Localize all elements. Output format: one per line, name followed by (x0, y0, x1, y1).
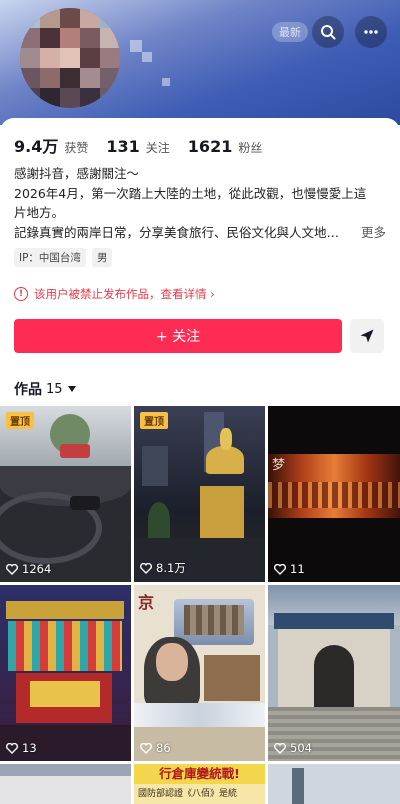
heart-icon (140, 742, 152, 754)
works-tab[interactable]: 作品 15 (14, 379, 77, 399)
works-label: 作品 (14, 382, 42, 398)
pinned-badge: 置顶 (140, 412, 168, 429)
heart-icon (274, 563, 286, 575)
heart-icon (140, 562, 152, 574)
post-likes-count: 13 (22, 741, 37, 755)
likes-label: 获赞 (64, 141, 89, 155)
post-tile[interactable]: 梦 11 (268, 406, 400, 582)
post-likes: 13 (6, 741, 37, 755)
blur-pixel (142, 52, 152, 62)
ban-warning[interactable]: ! 该用户被禁止发布作品，查看详情 › (14, 286, 215, 302)
alert-icon: ! (14, 287, 28, 301)
post-likes: 86 (140, 741, 171, 755)
dropdown-arrow-icon (67, 386, 76, 392)
poster-title: 京 (138, 593, 155, 612)
follow-button[interactable]: + 关注 (14, 319, 342, 353)
ban-warning-text[interactable]: 该用户被禁止发布作品，查看详情 › (34, 286, 215, 302)
post-likes-count: 11 (290, 562, 305, 576)
profile-card: 9.4万 获赞 131 关注 1621 粉丝 感謝抖音，感謝關注～ 2026年4… (0, 118, 400, 804)
blur-pixel (162, 78, 170, 86)
post-tile[interactable]: 13 (0, 585, 131, 761)
avatar[interactable] (20, 8, 120, 108)
followers-count[interactable]: 1621 (188, 137, 233, 156)
post-tile[interactable]: 行倉庫變統戰! 國防部認證《八佰》是統 (134, 764, 265, 804)
follow-button-label: + 关注 (155, 329, 201, 345)
following-label: 关注 (145, 141, 170, 155)
gender-tag: 男 (91, 248, 113, 267)
heart-icon (6, 742, 18, 754)
heart-icon (6, 563, 18, 575)
stats-row: 9.4万 获赞 131 关注 1621 粉丝 (14, 133, 274, 157)
post-likes-count: 86 (156, 741, 171, 755)
more-button[interactable] (355, 16, 387, 48)
post-likes-count: 8.1万 (156, 561, 186, 575)
blur-pixel (130, 40, 142, 52)
ip-location-tag: IP：中国台湾 (14, 248, 86, 267)
post-likes: 1264 (6, 562, 51, 576)
post-likes-count: 1264 (22, 562, 52, 576)
post-likes-count: 504 (290, 741, 312, 755)
post-banner-text: 行倉庫變統戰! (134, 764, 265, 784)
post-tile[interactable] (268, 764, 400, 804)
likes-count[interactable]: 9.4万 (14, 133, 58, 157)
bio-line: 記錄真實的兩岸日常，分享美食旅行、民俗文化與人文地… (14, 224, 340, 240)
bio-line-last: 記錄真實的兩岸日常，分享美食旅行、民俗文化與人文地… 更多 (14, 223, 386, 243)
search-icon (321, 25, 336, 40)
post-likes: 8.1万 (140, 560, 186, 576)
followers-label: 粉丝 (238, 141, 263, 155)
post-banner-sub: 國防部認證《八佰》是統 (138, 789, 238, 799)
post-likes: 504 (274, 741, 312, 755)
post-tile[interactable] (0, 764, 131, 804)
works-count: 15 (46, 381, 63, 397)
following-count[interactable]: 131 (106, 137, 139, 156)
send-icon (360, 329, 374, 343)
post-tile[interactable]: 504 (268, 585, 400, 761)
post-likes: 11 (274, 562, 305, 576)
bio-line: 感謝抖音，感謝關注～ (14, 166, 140, 181)
more-icon (364, 30, 378, 34)
share-button[interactable] (350, 319, 384, 353)
bio-more-link[interactable]: 更多 (361, 223, 386, 243)
heart-icon (274, 742, 286, 754)
profile-tags: IP：中国台湾 男 (14, 248, 113, 267)
bio: 感謝抖音，感謝關注～ 2026年4月，第一次踏上大陸的土地，從此改觀，也慢慢愛上… (14, 164, 386, 242)
pinned-badge: 置顶 (6, 412, 34, 429)
post-tile[interactable]: 置顶 8.1万 (134, 406, 265, 582)
profile-header: 最新 (0, 0, 400, 125)
post-tile[interactable]: 置顶 1264 (0, 406, 131, 582)
bio-line: 片地方。 (14, 205, 65, 220)
search-button[interactable] (312, 16, 344, 48)
bio-line: 2026年4月，第一次踏上大陸的土地，從此改觀，也慢慢愛上這 (14, 185, 367, 201)
header-badge[interactable]: 最新 (272, 22, 308, 42)
post-tile[interactable]: 京 86 (134, 585, 265, 761)
